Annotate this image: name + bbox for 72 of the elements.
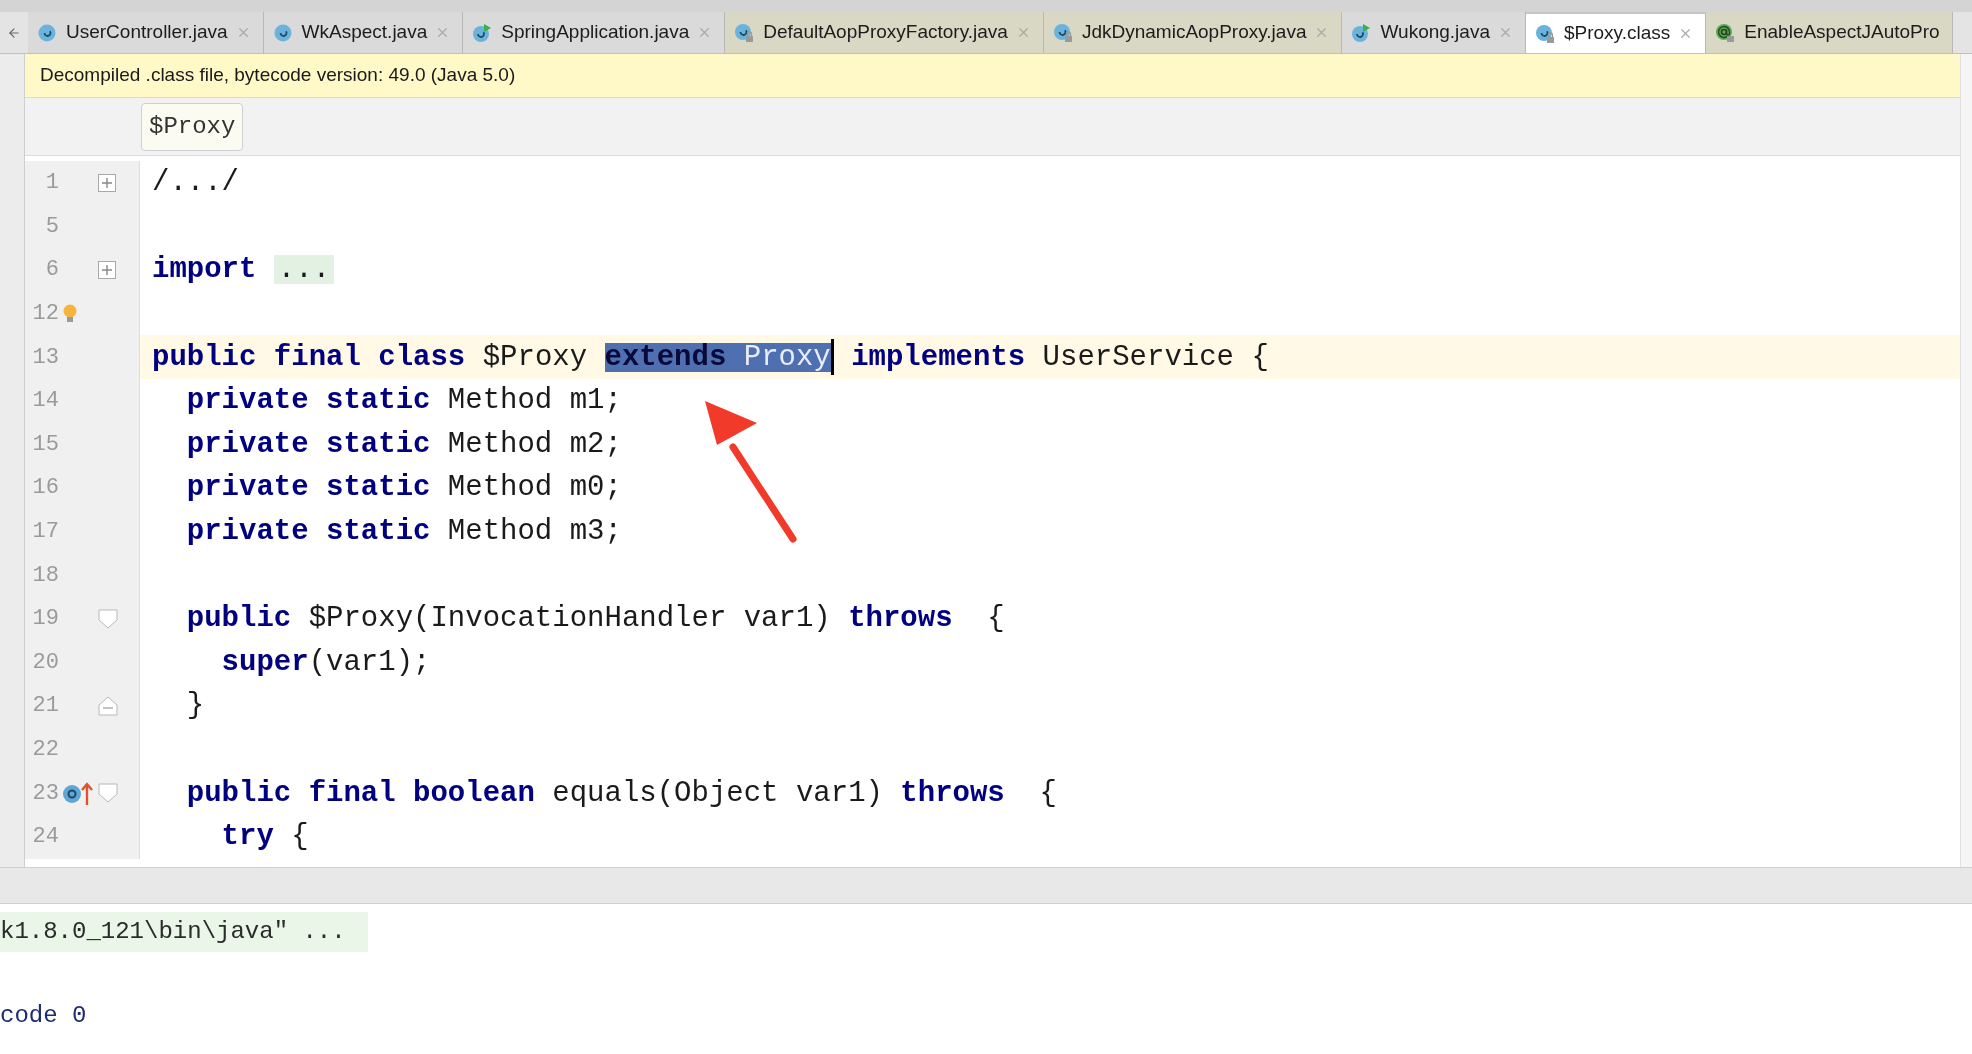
code-keyword: private static <box>185 429 431 459</box>
expand-fold-icon[interactable] <box>98 261 116 279</box>
editor-tab[interactable]: EnableAspectJAutoPro <box>1706 12 1953 53</box>
editor-tab[interactable]: JdkDynamicAopProxy.java <box>1043 12 1343 53</box>
code-keyword: throws <box>848 604 953 634</box>
code-keyword: private static <box>185 473 431 503</box>
code-text: equals(Object var1) <box>551 778 884 808</box>
code-keyword: private static <box>185 517 431 547</box>
close-icon[interactable] <box>1498 25 1513 40</box>
code-text: { <box>1038 778 1057 808</box>
editor-tab[interactable]: Wukong.java <box>1342 12 1526 53</box>
code-text: (var1); <box>308 647 431 677</box>
code-keyword: public final boolean <box>185 778 535 808</box>
override-method-icon[interactable] <box>62 780 94 807</box>
code-text: $Proxy <box>481 342 589 372</box>
line-number: 1 <box>44 169 59 198</box>
line-number: 6 <box>44 256 59 285</box>
line-number: 12 <box>31 300 59 329</box>
code-keyword: super <box>220 647 309 677</box>
code-text: UserService { <box>1041 342 1269 372</box>
breadcrumb-item[interactable]: $Proxy <box>141 102 244 151</box>
code-text: Method m2; <box>446 429 622 459</box>
line-number: 24 <box>31 823 59 852</box>
expand-fold-icon[interactable] <box>98 173 116 192</box>
code-text: Method m0; <box>446 473 622 503</box>
editor-tab[interactable]: $Proxy.class <box>1526 12 1707 53</box>
line-number: 15 <box>31 430 59 459</box>
annotation-icon <box>1714 21 1737 44</box>
code-text: Method m3; <box>446 517 622 547</box>
code-keyword: import <box>152 255 258 285</box>
code-keyword: implements <box>850 342 1026 372</box>
line-number: 21 <box>31 692 59 721</box>
code-keyword: try <box>220 822 274 852</box>
decompiled-banner: Decompiled .class file, bytecode version: 49.0 (Java 5.0) <box>25 54 1960 98</box>
fold-start-icon[interactable] <box>98 783 118 804</box>
editor-tab[interactable]: UserController.java <box>28 12 264 53</box>
line-number: 20 <box>31 648 59 677</box>
line-number: 17 <box>31 518 59 547</box>
editor-tab[interactable]: WkAspect.java <box>263 12 464 53</box>
code-keyword: public final class <box>152 342 466 372</box>
code-keyword: private static <box>185 386 431 416</box>
line-number: 22 <box>31 736 59 764</box>
line-number: 18 <box>31 561 59 590</box>
code-text: { <box>986 604 1005 634</box>
class-locked-icon <box>1051 21 1074 44</box>
editor-tab[interactable]: SpringApplication.java <box>463 12 726 53</box>
code-keyword: throws <box>900 778 1005 808</box>
line-number: 16 <box>31 474 59 503</box>
console-exit-message: code 0 <box>0 1001 87 1031</box>
code-text: $Proxy(InvocationHandler var1) <box>307 604 832 634</box>
code-text: Method m1; <box>446 386 622 416</box>
code-text: { <box>290 822 309 852</box>
line-number: 19 <box>31 605 59 634</box>
text-caret <box>830 339 834 376</box>
code-keyword: public <box>185 604 292 634</box>
code-text: } <box>185 691 205 721</box>
class-locked-icon <box>733 21 756 44</box>
editor-tab[interactable]: DefaultAopProxyFactory.java <box>725 12 1044 53</box>
line-number: 13 <box>31 343 59 372</box>
selected-text: Proxy <box>726 342 831 372</box>
code-text: /.../ <box>152 168 239 198</box>
folded-code[interactable]: ... <box>273 255 335 285</box>
selected-keyword: extends <box>604 342 727 372</box>
back-arrow-icon[interactable] <box>7 25 21 40</box>
line-number: 14 <box>31 387 59 416</box>
line-number: 5 <box>44 212 59 241</box>
class-locked-icon <box>1534 22 1556 45</box>
line-number: 23 <box>31 779 59 808</box>
fold-end-icon[interactable] <box>98 695 118 716</box>
console-command: k1.8.0_121\bin\java" ... <box>0 912 368 952</box>
lightbulb-icon[interactable] <box>62 302 78 325</box>
fold-start-icon[interactable] <box>98 608 118 629</box>
